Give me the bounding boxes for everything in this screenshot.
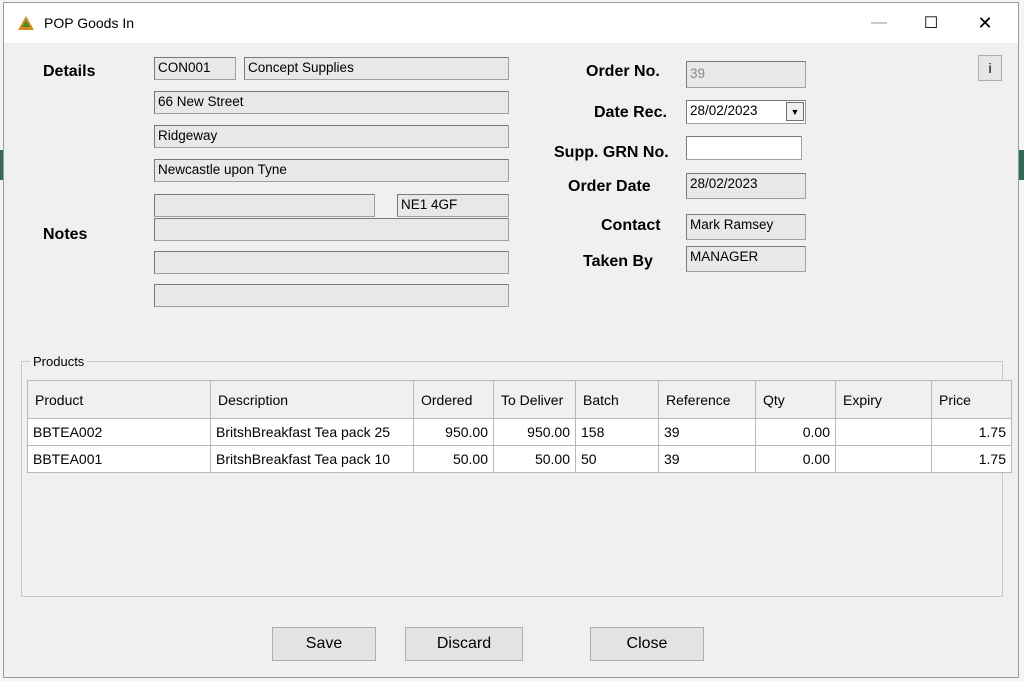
address-line-4-field[interactable] — [154, 194, 375, 217]
products-grid[interactable]: Product Description Ordered To Deliver B… — [27, 380, 1012, 476]
table-row[interactable]: BBTEA001 BritshBreakfast Tea pack 10 50.… — [27, 445, 1012, 473]
description-cell[interactable]: BritshBreakfast Tea pack 25 — [210, 418, 414, 446]
address-line-2-field[interactable]: Ridgeway — [154, 125, 509, 148]
table-row[interactable]: BBTEA002 BritshBreakfast Tea pack 25 950… — [27, 418, 1012, 446]
supplier-code-field[interactable]: CON001 — [154, 57, 236, 80]
price-cell[interactable]: 1.75 — [931, 418, 1012, 446]
order-date-field[interactable]: 28/02/2023 — [686, 173, 806, 199]
maximize-button[interactable]: ☐ — [908, 3, 954, 43]
window-title: POP Goods In — [44, 15, 135, 31]
to-deliver-cell[interactable]: 950.00 — [493, 418, 576, 446]
ordered-cell[interactable]: 50.00 — [413, 445, 494, 473]
minimize-button[interactable]: — — [856, 3, 902, 43]
column-header[interactable]: Price — [931, 380, 1012, 419]
column-header[interactable]: Reference — [658, 380, 756, 419]
supp-grn-input[interactable] — [686, 136, 802, 160]
goods-in-window: POP Goods In — ☐ ✕ Details Notes CON001 … — [3, 2, 1019, 678]
taken-by-field[interactable]: MANAGER — [686, 246, 806, 272]
close-window-button[interactable]: ✕ — [962, 3, 1008, 43]
details-label: Details — [43, 63, 96, 80]
order-date-label: Order Date — [568, 178, 651, 195]
products-group-title: Products — [30, 354, 88, 369]
column-header[interactable]: Ordered — [413, 380, 494, 419]
notes-line-2-field[interactable] — [154, 251, 509, 274]
column-header[interactable]: Product — [27, 380, 211, 419]
reference-cell[interactable]: 39 — [658, 418, 756, 446]
address-line-3-field[interactable]: Newcastle upon Tyne — [154, 159, 509, 182]
notes-line-1-field[interactable] — [154, 218, 509, 241]
column-header[interactable]: Description — [210, 380, 414, 419]
product-cell[interactable]: BBTEA002 — [27, 418, 211, 446]
date-rec-label: Date Rec. — [594, 104, 667, 121]
date-rec-value: 28/02/2023 — [690, 103, 758, 118]
postcode-field[interactable]: NE1 4GF — [397, 194, 509, 217]
qty-cell[interactable]: 0.00 — [755, 445, 836, 473]
notes-line-3-field[interactable] — [154, 284, 509, 307]
info-button[interactable]: i — [978, 55, 1002, 81]
column-header[interactable]: Qty — [755, 380, 836, 419]
order-no-label: Order No. — [586, 63, 660, 80]
grid-header-row: Product Description Ordered To Deliver B… — [27, 380, 1012, 419]
address-line-1-field[interactable]: 66 New Street — [154, 91, 509, 114]
product-cell[interactable]: BBTEA001 — [27, 445, 211, 473]
description-cell[interactable]: BritshBreakfast Tea pack 10 — [210, 445, 414, 473]
taken-by-label: Taken By — [583, 253, 653, 270]
notes-label: Notes — [43, 226, 88, 243]
reference-cell[interactable]: 39 — [658, 445, 756, 473]
app-icon — [18, 16, 34, 30]
expiry-cell[interactable] — [835, 445, 932, 473]
batch-cell[interactable]: 158 — [575, 418, 659, 446]
price-cell[interactable]: 1.75 — [931, 445, 1012, 473]
order-no-field[interactable]: 39 — [686, 61, 806, 88]
column-header[interactable]: To Deliver — [493, 380, 576, 419]
title-bar: POP Goods In — ☐ ✕ — [4, 3, 1018, 43]
chevron-down-icon[interactable]: ▼ — [786, 102, 804, 121]
expiry-cell[interactable] — [835, 418, 932, 446]
batch-cell[interactable]: 50 — [575, 445, 659, 473]
qty-cell[interactable]: 0.00 — [755, 418, 836, 446]
to-deliver-cell[interactable]: 50.00 — [493, 445, 576, 473]
save-button[interactable]: Save — [272, 627, 376, 661]
close-button[interactable]: Close — [590, 627, 704, 661]
column-header[interactable]: Batch — [575, 380, 659, 419]
column-header[interactable]: Expiry — [835, 380, 932, 419]
supplier-name-field[interactable]: Concept Supplies — [244, 57, 509, 80]
contact-label: Contact — [601, 217, 661, 234]
date-rec-picker[interactable]: 28/02/2023 ▼ — [686, 100, 806, 124]
supp-grn-label: Supp. GRN No. — [554, 144, 669, 161]
contact-field[interactable]: Mark Ramsey — [686, 214, 806, 240]
discard-button[interactable]: Discard — [405, 627, 523, 661]
ordered-cell[interactable]: 950.00 — [413, 418, 494, 446]
